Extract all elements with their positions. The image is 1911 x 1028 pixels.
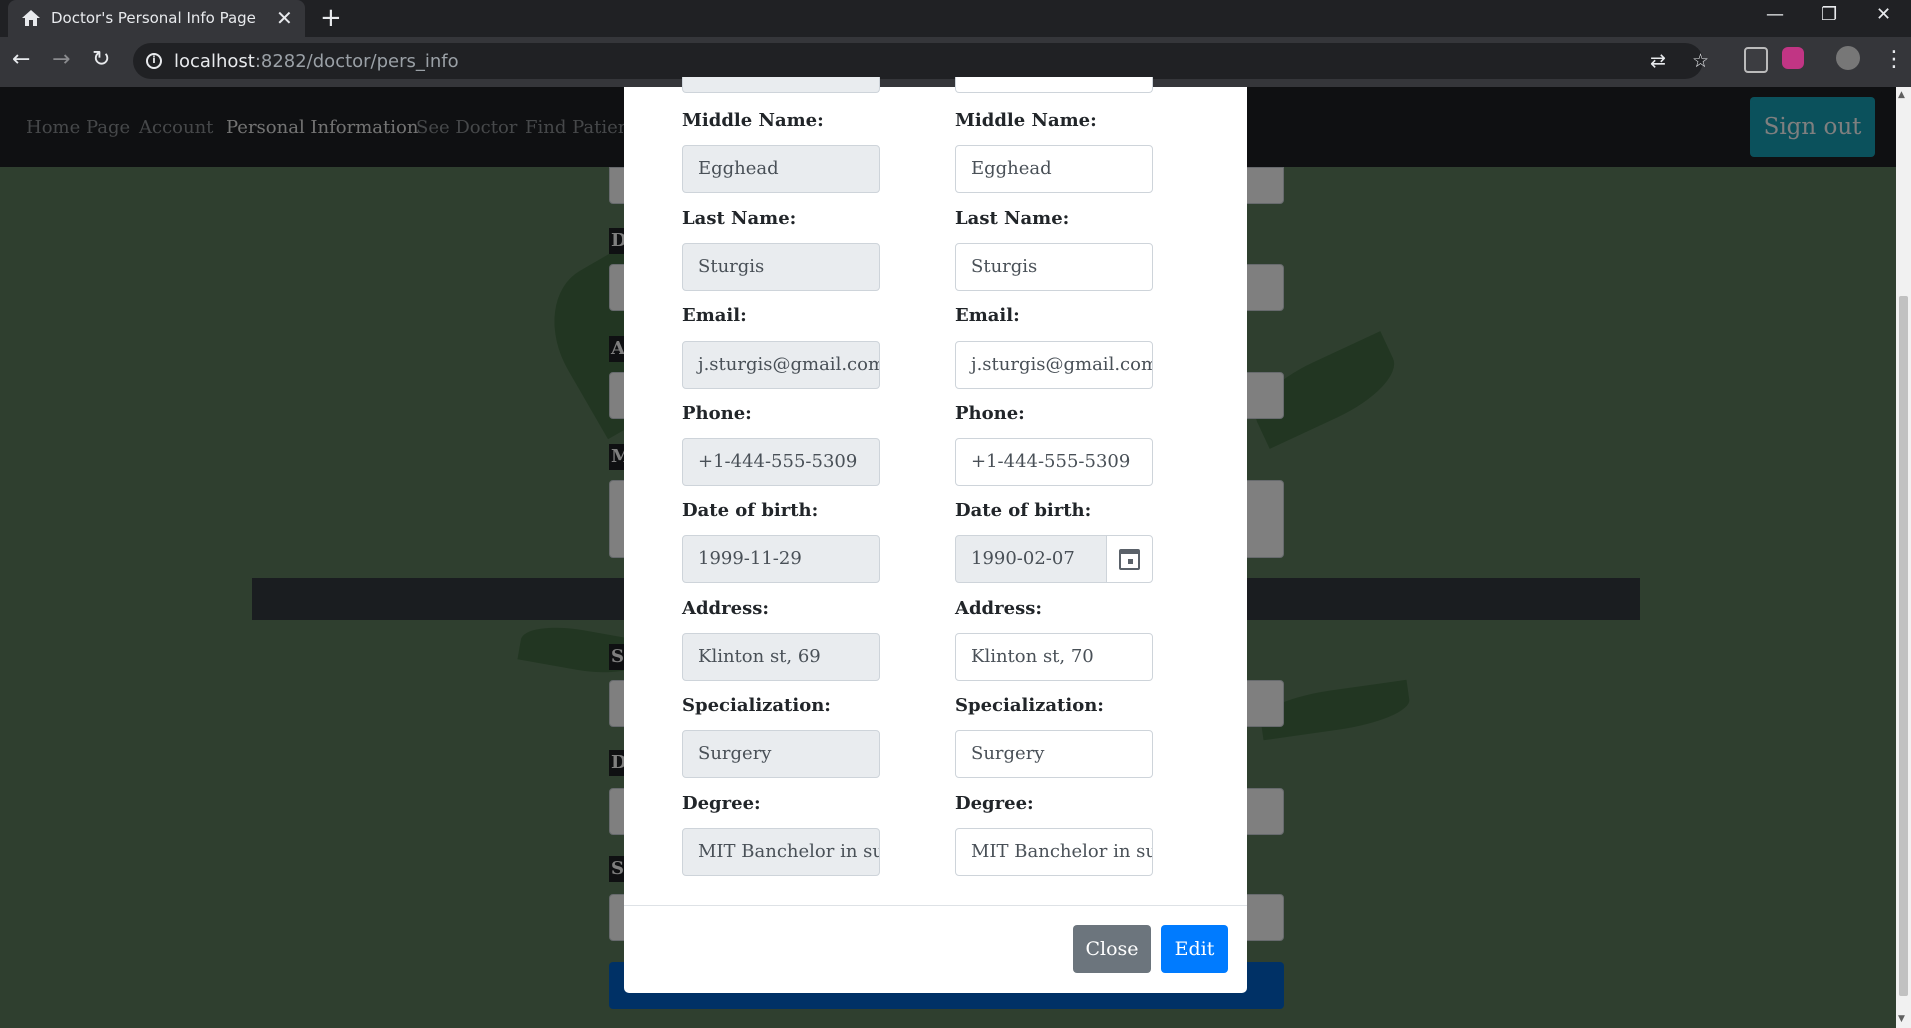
field-label: Date of birth: [955,500,1092,521]
scrollbar-thumb[interactable] [1899,296,1908,996]
new-address-input[interactable]: Klinton st, 70 [955,633,1153,681]
new-tab-icon[interactable]: + [320,3,342,33]
browser-tab[interactable]: Doctor's Personal Info Page ✕ [8,0,305,37]
minimize-icon[interactable]: — [1766,4,1784,25]
field-label: Phone: [955,403,1025,424]
window-close-icon[interactable]: ✕ [1876,4,1891,25]
field-label: Date of birth: [682,500,819,521]
reload-icon[interactable]: ↻ [92,47,110,73]
field-label: Middle Name: [682,110,824,131]
scroll-down-icon[interactable]: ▼ [1898,1014,1905,1024]
menu-icon[interactable]: ⋮ [1883,47,1905,73]
field-label: Degree: [955,793,1034,814]
extension-icon[interactable] [1744,47,1768,73]
field-label: Email: [955,305,1020,326]
star-icon[interactable]: ☆ [1692,51,1709,71]
current-degree-input: MIT Banchelor in surgery [682,828,880,876]
modal-footer-divider [624,905,1247,906]
field-label: Middle Name: [955,110,1097,131]
new-middle-name-input[interactable]: Egghead [955,145,1153,193]
new-first-name-input[interactable] [955,77,1153,93]
field-label: Phone: [682,403,752,424]
current-specialization-input: Surgery [682,730,880,778]
new-last-name-input[interactable]: Sturgis [955,243,1153,291]
edit-button[interactable]: Edit [1161,925,1228,973]
field-label: Specialization: [682,695,831,716]
forward-icon[interactable]: → [52,47,70,73]
current-date-of-birth-input: 1999-11-29 [682,535,880,583]
back-icon[interactable]: ← [12,47,30,73]
field-label: Last Name: [955,208,1070,229]
restore-icon[interactable]: ❐ [1821,4,1837,25]
current-middle-name-input: Egghead [682,145,880,193]
url-path: :8282/doctor/pers_info [254,51,459,72]
field-label: Address: [682,598,769,619]
current-first-name-input [682,77,880,93]
field-label: Degree: [682,793,761,814]
instagram-icon[interactable] [1782,47,1804,69]
current-phone-input: +1-444-555-5309 [682,438,880,486]
new-specialization-input[interactable]: Surgery [955,730,1153,778]
new-email-input[interactable]: j.sturgis@gmail.com [955,341,1153,389]
field-label: Last Name: [682,208,797,229]
tab-title: Doctor's Personal Info Page [51,9,256,27]
url-host: localhost [174,51,255,72]
address-bar[interactable]: i localhost:8282/doctor/pers_info ⇄ ☆ [133,43,1709,79]
new-degree-input[interactable]: MIT Banchelor in surgery [955,828,1153,876]
close-button[interactable]: Close [1073,925,1151,973]
scroll-up-icon[interactable]: ▲ [1898,90,1905,100]
info-icon[interactable]: i [146,53,162,69]
url-text: localhost:8282/doctor/pers_info [174,51,459,72]
profile-avatar[interactable] [1836,46,1860,70]
field-label: Specialization: [955,695,1104,716]
home-icon [22,10,40,26]
current-address-input: Klinton st, 69 [682,633,880,681]
date-picker-button[interactable] [1106,535,1153,583]
browser-tab-bar: Doctor's Personal Info Page ✕ + — ❐ ✕ [0,0,1911,37]
new-phone-input[interactable]: +1-444-555-5309 [955,438,1153,486]
field-label: Address: [955,598,1042,619]
close-tab-icon[interactable]: ✕ [276,6,293,30]
edit-info-modal: Middle Name: Egghead Last Name: Sturgis … [624,77,1247,993]
calendar-icon [1119,549,1140,570]
new-date-of-birth-input[interactable]: 1990-02-07 [955,535,1107,583]
current-email-input: j.sturgis@gmail.com [682,341,880,389]
current-last-name-input: Sturgis [682,243,880,291]
translate-icon[interactable]: ⇄ [1650,51,1666,71]
field-label: Email: [682,305,747,326]
